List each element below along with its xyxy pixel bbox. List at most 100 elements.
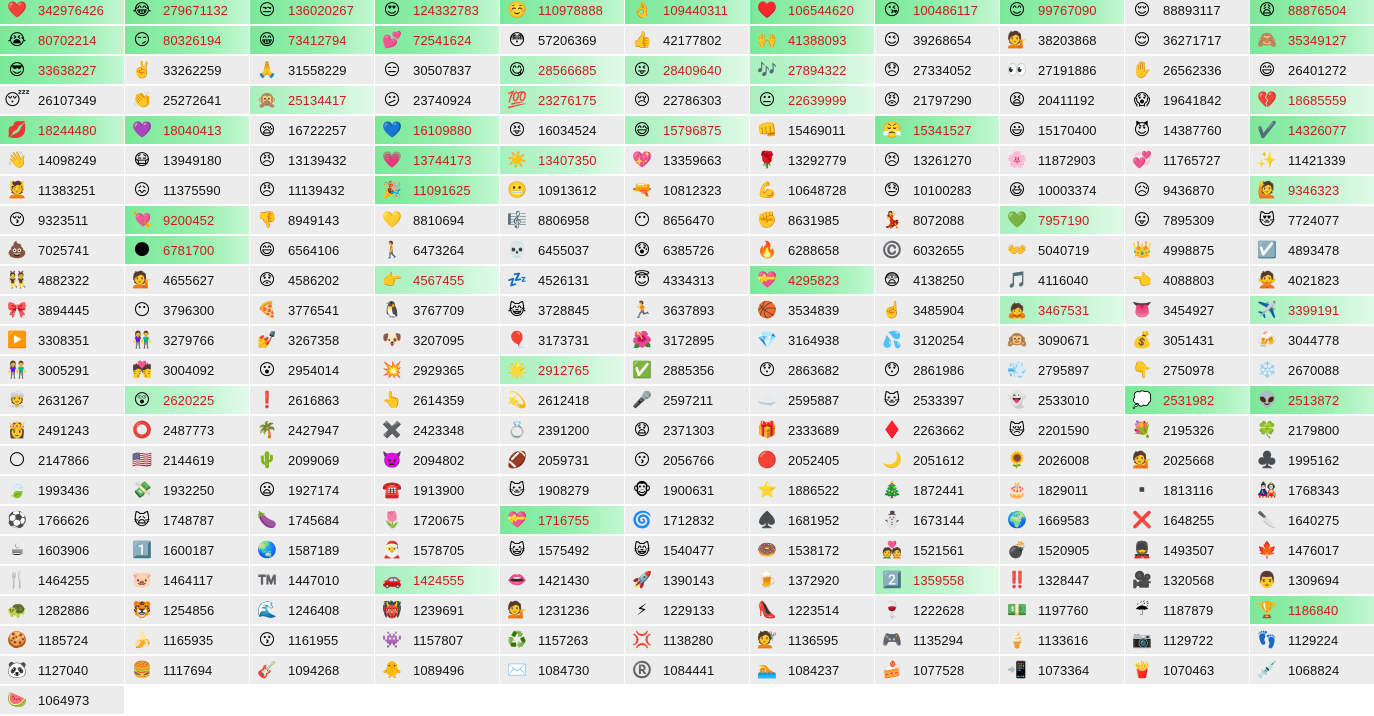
emoji-count-cell[interactable]: 💰 3051431	[1125, 326, 1250, 356]
emoji-count-cell[interactable]: ♠️ 1681952	[750, 506, 875, 536]
emoji-count-cell[interactable]: 🍌 1165935	[125, 626, 250, 656]
emoji-count-cell[interactable]: 🇺🇸 2144619	[125, 446, 250, 476]
emoji-count-cell[interactable]: 😳 57206369	[500, 26, 625, 56]
emoji-count-cell[interactable]: ♦️ 2263662	[875, 416, 1000, 446]
emoji-count-cell[interactable]: 🍉 1064973	[0, 686, 125, 716]
emoji-count-cell[interactable]: 🎼 8806958	[500, 206, 625, 236]
emoji-count-cell[interactable]: 🎎 1768343	[1250, 476, 1374, 506]
emoji-count-cell[interactable]: ▶️ 3308351	[0, 326, 125, 356]
emoji-count-cell[interactable]: 👸 2491243	[0, 416, 125, 446]
emoji-count-cell[interactable]: 😚 9323511	[0, 206, 125, 236]
emoji-count-cell[interactable]: 🐯 1254856	[125, 596, 250, 626]
emoji-count-cell[interactable]: 🌀 1712832	[625, 506, 750, 536]
emoji-count-cell[interactable]: 🙌 41388093	[750, 26, 875, 56]
emoji-count-cell[interactable]: 😥 9436870	[1125, 176, 1250, 206]
emoji-count-cell[interactable]: 🚀 1390143	[625, 566, 750, 596]
emoji-count-cell[interactable]: 😞 27334052	[875, 56, 1000, 86]
emoji-count-cell[interactable]: 👆 2614359	[375, 386, 500, 416]
emoji-count-cell[interactable]: 🙊 25134417	[250, 86, 375, 116]
emoji-count-cell[interactable]: 💁 1231236	[500, 596, 625, 626]
emoji-count-cell[interactable]: 🙈 35349127	[1250, 26, 1374, 56]
emoji-count-cell[interactable]: 🌸 11872903	[1000, 146, 1125, 176]
emoji-count-cell[interactable]: ™️ 1447010	[250, 566, 375, 596]
emoji-count-cell[interactable]: 🏈 2059731	[500, 446, 625, 476]
emoji-count-cell[interactable]: ❌ 1648255	[1125, 506, 1250, 536]
emoji-count-cell[interactable]: ⚡ 1229133	[625, 596, 750, 626]
emoji-count-cell[interactable]: 👑 4998875	[1125, 236, 1250, 266]
emoji-count-cell[interactable]: 💘 9200452	[125, 206, 250, 236]
emoji-count-cell[interactable]: 😐 22639999	[750, 86, 875, 116]
emoji-count-cell[interactable]: 😗 2056766	[625, 446, 750, 476]
emoji-count-cell[interactable]: ✔️ 14326077	[1250, 116, 1374, 146]
emoji-count-cell[interactable]: 😶 8656470	[625, 206, 750, 236]
emoji-count-cell[interactable]: 🎄 1872441	[875, 476, 1000, 506]
emoji-count-cell[interactable]: 😂 279671132	[125, 0, 250, 26]
emoji-count-cell[interactable]: 🐢 1282886	[0, 596, 125, 626]
emoji-count-cell[interactable]: 💵 1197760	[1000, 596, 1125, 626]
emoji-count-cell[interactable]: 👾 1157807	[375, 626, 500, 656]
emoji-count-cell[interactable]: 👫 3005291	[0, 356, 125, 386]
emoji-count-cell[interactable]: 😇 4334313	[625, 266, 750, 296]
emoji-count-cell[interactable]: 👋 14098249	[0, 146, 125, 176]
emoji-count-cell[interactable]: 🍻 3044778	[1250, 326, 1374, 356]
emoji-count-cell[interactable]: 🌵 2099069	[250, 446, 375, 476]
emoji-count-cell[interactable]: 👉 4567455	[375, 266, 500, 296]
emoji-count-cell[interactable]: 😫 20411192	[1000, 86, 1125, 116]
emoji-count-cell[interactable]: 👇 2750978	[1125, 356, 1250, 386]
emoji-count-cell[interactable]: 😰 6385726	[625, 236, 750, 266]
emoji-count-cell[interactable]: 😗 1161955	[250, 626, 375, 656]
emoji-count-cell[interactable]: ☺️ 110978888	[500, 0, 625, 26]
emoji-count-cell[interactable]: 🙋 9346323	[1250, 176, 1374, 206]
emoji-count-cell[interactable]: 🐧 3767709	[375, 296, 500, 326]
emoji-count-cell[interactable]: ‼️ 1328447	[1000, 566, 1125, 596]
emoji-count-cell[interactable]: 😍 124332783	[375, 0, 500, 26]
emoji-count-cell[interactable]: 😧 2371303	[625, 416, 750, 446]
emoji-count-cell[interactable]: 😁 73412794	[250, 26, 375, 56]
emoji-count-cell[interactable]: 🏊 1084237	[750, 656, 875, 686]
emoji-count-cell[interactable]: 😉 39268654	[875, 26, 1000, 56]
emoji-count-cell[interactable]: 🎸 1094268	[250, 656, 375, 686]
emoji-count-cell[interactable]: 🌑 6781700	[125, 236, 250, 266]
emoji-count-cell[interactable]: 😄 6564106	[250, 236, 375, 266]
emoji-count-cell[interactable]: 👹 1239691	[375, 596, 500, 626]
emoji-count-cell[interactable]: 😅 15796875	[625, 116, 750, 146]
emoji-count-cell[interactable]: 🙏 31558229	[250, 56, 375, 86]
emoji-count-cell[interactable]: 🐱 1908279	[500, 476, 625, 506]
emoji-count-cell[interactable]: 🙇 3467531	[1000, 296, 1125, 326]
emoji-count-cell[interactable]: 🐵 1900631	[625, 476, 750, 506]
emoji-count-cell[interactable]: 😠 13139432	[250, 146, 375, 176]
emoji-count-cell[interactable]: 😯 2863682	[750, 356, 875, 386]
emoji-count-cell[interactable]: 🎅 1578705	[375, 536, 500, 566]
emoji-count-cell[interactable]: 😝 16034524	[500, 116, 625, 146]
emoji-count-cell[interactable]: 😸 1540477	[625, 536, 750, 566]
emoji-count-cell[interactable]: ♣️ 1995162	[1250, 446, 1374, 476]
emoji-count-cell[interactable]: 💸 1932250	[125, 476, 250, 506]
emoji-count-cell[interactable]: 🌊 1246408	[250, 596, 375, 626]
emoji-count-cell[interactable]: ✋ 26562336	[1125, 56, 1250, 86]
emoji-count-cell[interactable]: ✈️ 3399191	[1250, 296, 1374, 326]
emoji-count-cell[interactable]: 👎 8949143	[250, 206, 375, 236]
emoji-count-cell[interactable]: ✌️ 33262259	[125, 56, 250, 86]
emoji-count-cell[interactable]: 💫 2612418	[500, 386, 625, 416]
emoji-count-cell[interactable]: 🌙 2051612	[875, 446, 1000, 476]
emoji-count-cell[interactable]: 🌏 1587189	[250, 536, 375, 566]
emoji-count-cell[interactable]: 👅 3454927	[1125, 296, 1250, 326]
emoji-count-cell[interactable]: 🎂 1829011	[1000, 476, 1125, 506]
emoji-count-cell[interactable]: ☝️ 3485904	[875, 296, 1000, 326]
emoji-count-cell[interactable]: 😱 19641842	[1125, 86, 1250, 116]
emoji-count-cell[interactable]: 😜 28409640	[625, 56, 750, 86]
emoji-count-cell[interactable]: 💁 4655627	[125, 266, 250, 296]
emoji-count-cell[interactable]: ☎️ 1913900	[375, 476, 500, 506]
emoji-count-cell[interactable]: 🍰 1077528	[875, 656, 1000, 686]
emoji-count-cell[interactable]: 🍔 1117694	[125, 656, 250, 686]
emoji-count-cell[interactable]: 🌺 3172895	[625, 326, 750, 356]
emoji-count-cell[interactable]: 🍴 1464255	[0, 566, 125, 596]
emoji-count-cell[interactable]: 🍦 1133616	[1000, 626, 1125, 656]
emoji-count-cell[interactable]: 💋 18244480	[0, 116, 125, 146]
emoji-count-cell[interactable]: 🐶 3207095	[375, 326, 500, 356]
emoji-count-cell[interactable]: ✨ 11421339	[1250, 146, 1374, 176]
emoji-count-cell[interactable]: 💝 1716755	[500, 506, 625, 536]
emoji-count-cell[interactable]: 👽 2513872	[1250, 386, 1374, 416]
emoji-count-cell[interactable]: 😤 15341527	[875, 116, 1000, 146]
emoji-count-cell[interactable]: 👐 5040719	[1000, 236, 1125, 266]
